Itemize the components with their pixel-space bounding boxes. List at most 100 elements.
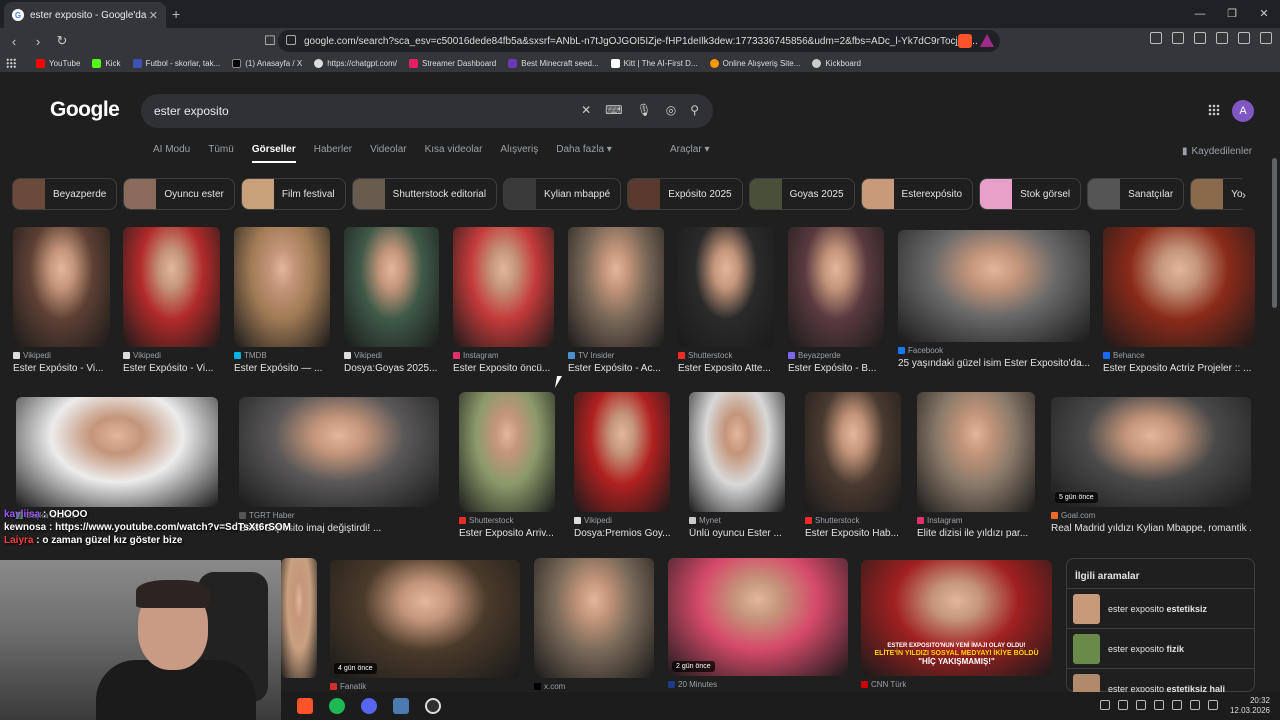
result-image[interactable] xyxy=(234,227,330,347)
result-image[interactable] xyxy=(574,392,670,512)
row1-card-8[interactable]: Facebook 25 yaşındaki güzel isim Ester Ex… xyxy=(898,230,1090,369)
lens-icon[interactable]: ◎ xyxy=(666,103,676,117)
row3-card-2[interactable]: 2 gün önce 20 Minutes xyxy=(668,558,848,689)
result-caption[interactable]: Ester Exposito Arriv... xyxy=(459,528,555,539)
result-caption[interactable]: 25 yaşındaki güzel isim Ester Exposito'd… xyxy=(898,358,1110,369)
app-icon[interactable] xyxy=(393,698,409,714)
row1-card-3[interactable]: Vikipedi Dosya:Goyas 2025... xyxy=(344,227,439,374)
search-box[interactable]: ester exposito ✕ ⌨ 🎙 ◎ ⚲ xyxy=(141,94,713,128)
row1-card-2[interactable]: TMDB Ester Expósito — ... xyxy=(234,227,330,374)
tray-display-icon[interactable] xyxy=(1154,700,1164,710)
chip-5[interactable]: Expósito 2025 xyxy=(627,178,743,210)
row1-card-5[interactable]: TV Insider Ester Expósito - Ac... xyxy=(568,227,664,374)
bookmark-minecraft[interactable]: Best Minecraft seed... xyxy=(508,58,599,68)
result-source[interactable]: Vikipedi xyxy=(344,351,439,360)
address-bar[interactable]: google.com/search?sca_esv=c50016dede84fb… xyxy=(278,30,1000,52)
saved-button[interactable]: ▮ Kaydedilenler xyxy=(1182,146,1252,157)
related-item-0[interactable]: ester exposito estetiksiz xyxy=(1067,588,1254,628)
result-source[interactable]: 20 Minutes xyxy=(668,680,848,689)
result-image[interactable]: 2 gün önce xyxy=(668,558,848,676)
bookmark-kick[interactable]: Kick xyxy=(92,58,121,68)
reload-icon[interactable]: ↻ xyxy=(52,33,72,49)
tray-mic-icon[interactable] xyxy=(1136,700,1146,710)
tab-ai-mode[interactable]: AI Modu xyxy=(153,144,190,163)
result-image[interactable] xyxy=(16,397,218,507)
result-source[interactable]: Vikipedi xyxy=(123,351,220,360)
chip-2[interactable]: Film festival xyxy=(240,178,346,210)
row2-card-4[interactable]: Mynet Ünlü oyuncu Ester ... xyxy=(689,392,785,539)
row1-card-7[interactable]: Beyazperde Ester Expósito - B... xyxy=(788,227,884,374)
result-image[interactable] xyxy=(459,392,555,512)
row2-card-2[interactable]: Shutterstock Ester Exposito Arriv... xyxy=(459,392,555,539)
result-caption[interactable]: Ester Exposito Atte... xyxy=(678,363,774,374)
search-input[interactable]: ester exposito xyxy=(154,104,229,118)
tab-more[interactable]: Daha fazla ▾ xyxy=(556,144,612,163)
tools-button[interactable]: Araçlar ▾ xyxy=(670,144,709,155)
result-source[interactable]: Mynet xyxy=(689,516,785,525)
result-image[interactable] xyxy=(239,397,439,507)
result-source[interactable]: Goal.com xyxy=(1051,511,1251,520)
result-caption[interactable]: Dosya:Premios Goy... xyxy=(574,528,670,539)
bookmark-futbol[interactable]: Futbol - skorlar, tak... xyxy=(132,58,220,68)
restore-icon[interactable]: ❐ xyxy=(1216,0,1248,28)
result-image[interactable] xyxy=(568,227,664,347)
sidebar-icon[interactable] xyxy=(1172,32,1184,44)
result-image[interactable] xyxy=(917,392,1035,512)
leo-icon[interactable] xyxy=(1216,32,1228,44)
result-caption[interactable]: Ester Expósito - Vi... xyxy=(13,363,110,374)
row1-card-9[interactable]: Behance Ester Exposito Actriz Projeler ::… xyxy=(1103,227,1255,374)
result-caption[interactable]: Ester Expósito - B... xyxy=(788,363,884,374)
result-image[interactable] xyxy=(123,227,220,347)
chip-3[interactable]: Shutterstock editorial xyxy=(351,178,498,210)
result-caption[interactable]: Real Madrid yıldızı Kylian Mbappe, roman… xyxy=(1051,523,1251,534)
site-info-icon[interactable] xyxy=(286,35,296,45)
keyboard-icon[interactable]: ⌨ xyxy=(605,103,622,117)
result-caption[interactable]: Ester Expósito — ... xyxy=(234,363,330,374)
result-image[interactable] xyxy=(344,227,439,347)
wifi-icon[interactable] xyxy=(1172,700,1182,710)
back-icon[interactable]: ‹ xyxy=(4,34,24,49)
result-source[interactable]: Shutterstock xyxy=(805,516,901,525)
result-image[interactable]: ESTER EXPOSITO'NUN YENİ İMAJI OLAY OLDU!… xyxy=(861,560,1052,676)
microphone-icon[interactable]: 🎙 xyxy=(636,103,651,117)
new-tab-icon[interactable]: + xyxy=(172,6,180,22)
search-icon[interactable]: ⚲ xyxy=(690,103,699,117)
tab-videos[interactable]: Videolar xyxy=(370,144,407,163)
brave-shield-icon[interactable] xyxy=(958,34,972,48)
result-source[interactable]: Fanatik xyxy=(330,682,520,691)
result-image[interactable]: 4 gün önce xyxy=(330,560,520,678)
brave-taskbar-icon[interactable] xyxy=(297,698,313,714)
scrollbar[interactable] xyxy=(1272,158,1277,308)
result-image[interactable] xyxy=(805,392,901,512)
chips-next-icon[interactable]: › xyxy=(1242,188,1246,202)
bookmark-x[interactable]: (1) Anasayfa / X xyxy=(232,58,302,68)
tray-chevron-icon[interactable] xyxy=(1100,700,1110,710)
result-source[interactable]: Vikipedi xyxy=(13,351,110,360)
result-source[interactable]: Shutterstock xyxy=(678,351,774,360)
bookmark-chatgpt[interactable]: https://chatgpt.com/ xyxy=(314,58,397,68)
bookmark-youtube[interactable]: YouTube xyxy=(36,58,80,68)
result-image[interactable] xyxy=(898,230,1090,342)
result-source[interactable]: Shutterstock xyxy=(459,516,555,525)
result-source[interactable]: CNN Türk xyxy=(861,680,1052,689)
discord-icon[interactable] xyxy=(361,698,377,714)
clear-icon[interactable]: ✕ xyxy=(581,103,591,117)
bookmark-kitt[interactable]: Kitt | The AI-First D... xyxy=(610,58,698,68)
row1-card-0[interactable]: Vikipedi Ester Expósito - Vi... xyxy=(13,227,110,374)
chip-10[interactable]: Youtube xyxy=(1190,178,1242,210)
bookmark-kickboard[interactable]: Kickboard xyxy=(812,58,861,68)
row1-card-1[interactable]: Vikipedi Ester Expósito - Vi... xyxy=(123,227,220,374)
result-image[interactable] xyxy=(13,227,110,347)
bookmark-alisveris[interactable]: Online Alışveriş Site... xyxy=(709,58,800,68)
chip-0[interactable]: Beyazperde xyxy=(12,178,118,210)
chip-4[interactable]: Kylian mbappé xyxy=(503,178,622,210)
tab-images[interactable]: Görseller xyxy=(251,144,296,163)
result-caption[interactable]: Elite dizisi ile yıldızı par... xyxy=(917,528,1035,539)
chip-1[interactable]: Oyuncu ester xyxy=(123,178,235,210)
result-caption[interactable]: Ester Exposito Hab... xyxy=(805,528,901,539)
result-caption[interactable]: Ünlü oyuncu Ester ... xyxy=(689,528,785,539)
row1-card-4[interactable]: Instagram Ester Exposito öncü... xyxy=(453,227,554,374)
result-caption[interactable]: Ester Exposito öncü... xyxy=(453,363,554,374)
result-source[interactable]: Vikipedi xyxy=(574,516,670,525)
spotify-icon[interactable] xyxy=(329,698,345,714)
